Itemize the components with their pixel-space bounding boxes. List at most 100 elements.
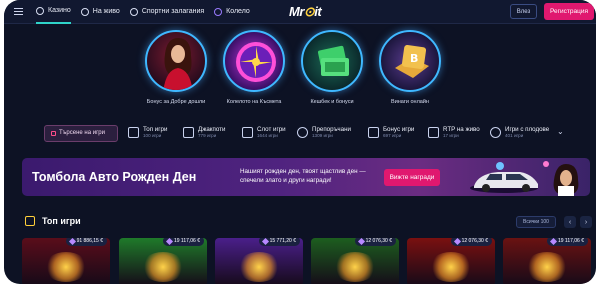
diamond-icon (183, 127, 194, 138)
category-top-games[interactable]: Топ игри 100 игри (128, 126, 167, 139)
promo-banner[interactable]: Томбола Авто Рожден Ден Нашият рожден де… (22, 158, 590, 196)
search-games-label: Търсене на игри (59, 130, 105, 136)
diamond-icon (165, 238, 173, 245)
game-tile[interactable]: 15 771,20 € (215, 238, 303, 284)
top-games-icon (25, 216, 35, 226)
app-window: Казино На живо Спортни залагания Колело … (4, 0, 596, 284)
game-tile[interactable]: 91 886,15 € (22, 238, 110, 284)
nav-sports[interactable]: Спортни залагания (129, 0, 205, 24)
nav-live[interactable]: На живо (80, 0, 120, 24)
game-art (44, 252, 88, 282)
search-games-button[interactable]: Търсене на игри (44, 124, 118, 142)
promo-cashback[interactable]: Кешбек и бонуси (294, 30, 370, 105)
game-tile[interactable]: 12 076,30 € (311, 238, 399, 284)
category-count: 401 игри (505, 133, 524, 138)
search-icon (51, 130, 56, 136)
diamond-icon (549, 238, 557, 245)
promo-label: Колелото на Късмета (226, 99, 282, 105)
category-title: Джакпоти (198, 126, 226, 133)
category-count: 697 игри (383, 133, 402, 138)
banner-title: Томбола Авто Рожден Ден (32, 170, 197, 184)
jackpot-badge: 19 117,06 € (162, 238, 204, 246)
top-header: Казино На живо Спортни залагания Колело … (4, 0, 596, 24)
category-jackpots[interactable]: Джакпоти 779 игри (183, 126, 225, 139)
category-title: Бонус игри (383, 126, 415, 133)
category-count: 100 игри (143, 133, 162, 138)
category-count: 17 игри (443, 133, 459, 138)
game-art (525, 252, 569, 282)
nav-wheel-label: Колело (226, 8, 250, 15)
next-arrow-button[interactable]: › (580, 216, 592, 228)
diamond-icon (261, 238, 269, 245)
prev-arrow-button[interactable]: ‹ (564, 216, 576, 228)
game-art (141, 252, 185, 282)
ball-icon (129, 7, 138, 16)
jackpot-amount: 12 076,30 € (365, 238, 392, 244)
category-fruit-games[interactable]: Игри с плодове 401 игри (490, 126, 549, 139)
brand-logo[interactable]: Mr⊙it (289, 4, 322, 20)
jackpot-badge: 19 117,06 € (546, 238, 588, 246)
banner-text: Нашият рожден ден, твоят щастлив ден — с… (240, 168, 366, 184)
game-tile[interactable]: 19 117,06 € (503, 238, 591, 284)
wheel-icon (214, 7, 223, 16)
jackpot-amount: 19 117,06 € (557, 238, 584, 244)
logo-text-left: Mr (289, 4, 304, 19)
trend-icon (428, 127, 439, 138)
view-prizes-button[interactable]: Вижте награди (384, 169, 440, 186)
chevron-down-icon[interactable]: ⌄ (557, 127, 564, 136)
nav-live-label: На живо (92, 8, 120, 15)
promo-label: Кешбек и бонуси (310, 99, 354, 105)
logo-coin-icon: ⊙ (303, 4, 315, 19)
game-art (333, 252, 377, 282)
gift-icon (368, 127, 379, 138)
promo-welcome-bonus[interactable]: Бонус за Добре дошли (138, 30, 214, 105)
jackpot-amount: 19 117,06 € (173, 238, 200, 244)
category-count: 779 игри (198, 133, 217, 138)
register-button[interactable]: Регистрация (544, 3, 594, 20)
category-count: 1644 игри (257, 133, 278, 138)
category-count: 1309 игри (312, 133, 333, 138)
category-recommended[interactable]: Препоръчани 1309 игри (297, 126, 351, 139)
category-strip: Търсене на игри (44, 124, 118, 142)
nav-casino[interactable]: Казино (36, 0, 71, 24)
promo-lucky-wheel[interactable]: Колелото на Късмета (216, 30, 292, 105)
svg-text:B: B (410, 52, 418, 65)
category-bonus-games[interactable]: Бонус игри 697 игри (368, 126, 414, 139)
jackpot-badge: 15 771,20 € (258, 238, 300, 246)
promo-label: Бонус за Добре дошли (146, 99, 206, 105)
login-button[interactable]: Влез (510, 4, 537, 19)
nav-wheel[interactable]: Колело (214, 0, 250, 24)
person-icon (80, 7, 89, 16)
jackpot-badge: 12 076,30 € (450, 238, 492, 246)
promo-label: Винаги онлайн (391, 99, 429, 105)
cashback-image (301, 30, 363, 92)
category-title: RTP на живо (443, 126, 480, 133)
category-slots[interactable]: Слот игри 1644 игри (242, 126, 286, 139)
thumbs-up-icon (128, 127, 139, 138)
jackpot-amount: 91 886,15 € (76, 238, 103, 244)
always-online-image: B (379, 30, 441, 92)
all-games-button[interactable]: Всички 100 (516, 216, 556, 228)
pin-icon (297, 127, 308, 138)
jackpot-amount: 15 771,20 € (269, 238, 296, 244)
star-icon (36, 6, 44, 15)
game-tile[interactable]: 12 076,30 € (407, 238, 495, 284)
top-games-title: Топ игри (42, 216, 81, 226)
category-live-rtp[interactable]: RTP на живо 17 игри (428, 126, 480, 139)
menu-icon[interactable] (10, 0, 26, 24)
promo-always-online[interactable]: B Винаги онлайн (372, 30, 448, 105)
jackpot-badge: 12 076,30 € (354, 238, 396, 246)
slot-icon (242, 127, 253, 138)
diamond-icon (453, 238, 461, 245)
category-title: Игри с плодове (505, 126, 550, 133)
nav-sports-label: Спортни залагания (141, 8, 205, 15)
category-title: Топ игри (143, 126, 168, 133)
nav-casino-label: Казино (48, 7, 71, 14)
game-tile[interactable]: 19 117,06 € (119, 238, 207, 284)
game-art (429, 252, 473, 282)
diamond-icon (68, 238, 76, 245)
category-title: Слот игри (257, 126, 286, 133)
jackpot-amount: 12 076,30 € (461, 238, 488, 244)
banner-car-image (470, 161, 579, 196)
jackpot-badge: 91 886,15 € (65, 238, 107, 246)
